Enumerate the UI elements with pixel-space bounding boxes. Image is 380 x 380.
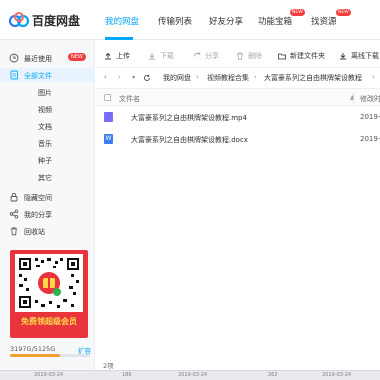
sidebar-item-label: 最近使用 — [24, 55, 52, 63]
trash-icon — [237, 52, 243, 60]
sidebar-item-other[interactable]: 其它 — [0, 170, 95, 184]
sidebar-item-all-files[interactable]: 全部文件 — [0, 68, 95, 82]
strip-count: 186 — [122, 372, 132, 378]
trash-icon — [11, 227, 17, 236]
column-divider[interactable] — [353, 93, 354, 103]
breadcrumb-item-current: 大富豪系列之自由棋牌架设教程 — [264, 74, 362, 82]
file-name[interactable]: 大富豪系列之自由棋牌架设教程.mp4 — [131, 113, 247, 123]
sidebar-item-label: 隐藏空间 — [24, 194, 52, 202]
upload-label: 上传 — [116, 52, 130, 60]
strip-count: 262 — [268, 372, 278, 378]
download-label: 下载 — [160, 52, 174, 60]
find-resources-new-badge: NEW — [336, 9, 351, 16]
clock-icon — [9, 53, 19, 63]
sidebar-item-videos[interactable]: 视频 — [0, 102, 95, 116]
background-window-strip: 2019-03-24 186 2019-03-24 262 2019-03-24 — [0, 370, 380, 380]
sidebar-item-torrents[interactable]: 种子 — [0, 153, 95, 167]
storage-progress-fill — [10, 354, 60, 357]
promo-banner[interactable]: 免费领超级会员 — [10, 250, 88, 338]
feature-box-new-badge: NEW — [290, 9, 305, 16]
sidebar-item-label: 全部文件 — [24, 72, 52, 80]
sidebar-item-label: 回收站 — [24, 228, 45, 236]
top-bar: 百度网盘 我的网盘 传输列表 好友分享 功能宝箱 NEW 找资源 NEW — [0, 0, 380, 40]
download-icon — [149, 53, 155, 60]
file-name[interactable]: 大富豪系列之自由棋牌架设教程.docx — [131, 135, 248, 145]
file-modified-date: 2019-0 — [360, 113, 380, 121]
offline-download-label: 离线下载 — [351, 52, 379, 60]
storage-usage-text: 3197G/5125G — [10, 345, 56, 353]
upload-icon — [105, 52, 111, 60]
breadcrumb-separator-icon: › — [254, 73, 257, 81]
table-row[interactable]: 大富豪系列之自由棋牌架设教程.mp4 2019-0 — [96, 106, 380, 128]
breadcrumb-item-folder[interactable]: 视频教程合集 — [207, 73, 249, 83]
file-icon — [10, 70, 18, 80]
nav-my-netdisk[interactable]: 我的网盘 — [105, 15, 139, 27]
baidu-netdisk-logo-icon — [8, 12, 30, 28]
delete-label: 删除 — [248, 52, 262, 60]
breadcrumb-item-root[interactable]: 我的网盘 — [163, 73, 191, 83]
table-row[interactable]: W 大富豪系列之自由棋牌架设教程.docx 2019-0 — [96, 128, 380, 150]
storage-progress-bar — [10, 354, 90, 357]
strip-date: 2019-03-24 — [178, 372, 208, 378]
download-button[interactable]: 下载 — [148, 50, 174, 62]
new-folder-label: 新建文件夹 — [290, 52, 325, 60]
breadcrumb-separator-icon: › — [372, 73, 375, 81]
sidebar-item-my-share[interactable]: 我的分享 — [0, 207, 95, 221]
video-file-icon — [104, 112, 113, 122]
file-list-header: 文件名 ▲ 修改时 — [96, 88, 380, 106]
share-icon — [9, 209, 19, 219]
nav-active-indicator — [105, 37, 133, 40]
nav-transfer-list[interactable]: 传输列表 — [158, 15, 192, 27]
recent-new-badge: NEW — [68, 53, 86, 61]
column-header-name[interactable]: 文件名 — [119, 94, 140, 104]
column-header-modified[interactable]: 修改时 — [360, 94, 380, 104]
delete-button[interactable]: 删除 — [236, 50, 262, 62]
qr-code-image — [15, 254, 83, 312]
toolbar: 上传 下载 分享 删除 新建文件夹 离线下载 — [96, 46, 380, 66]
sidebar-item-label: 视频 — [38, 106, 52, 114]
nav-feature-box[interactable]: 功能宝箱 — [258, 15, 292, 27]
breadcrumb: ‹ › ▾ 我的网盘 › 视频教程合集 › 大富豪系列之自由棋牌架设教程 › — [96, 67, 380, 87]
nav-friend-share[interactable]: 好友分享 — [209, 15, 243, 27]
forward-icon[interactable]: › — [118, 73, 121, 81]
folder-plus-icon — [278, 53, 286, 60]
sidebar-item-label: 文档 — [38, 123, 52, 131]
sidebar-item-label: 图片 — [38, 89, 52, 97]
sidebar-item-hidden-space[interactable]: 隐藏空间 — [0, 190, 95, 204]
sidebar-item-label: 种子 — [38, 157, 52, 165]
new-folder-button[interactable]: 新建文件夹 — [278, 50, 325, 62]
history-dropdown-icon[interactable]: ▾ — [132, 74, 135, 81]
lock-icon — [10, 192, 18, 202]
sidebar-item-recycle-bin[interactable]: 回收站 — [0, 224, 95, 238]
select-all-checkbox[interactable] — [104, 94, 111, 101]
sidebar-item-recent[interactable]: 最近使用 NEW — [0, 51, 95, 65]
promo-text: 免费领超级会员 — [21, 317, 77, 326]
strip-date: 2019-03-24 — [322, 372, 352, 378]
share-label: 分享 — [205, 52, 219, 60]
sidebar-item-label: 我的分享 — [24, 211, 52, 219]
refresh-icon[interactable] — [143, 74, 151, 82]
app-title: 百度网盘 — [32, 14, 81, 28]
upload-button[interactable]: 上传 — [104, 50, 130, 62]
sidebar-item-music[interactable]: 音乐 — [0, 136, 95, 150]
offline-download-icon — [340, 53, 346, 60]
file-modified-date: 2019-0 — [360, 135, 380, 143]
breadcrumb-separator-icon: › — [196, 73, 199, 81]
strip-date: 2019-03-24 — [34, 372, 64, 378]
word-file-icon: W — [104, 134, 113, 144]
sidebar-item-label: 其它 — [38, 174, 52, 182]
share-icon — [193, 52, 201, 57]
back-icon[interactable]: ‹ — [104, 73, 107, 81]
sidebar-item-images[interactable]: 图片 — [0, 85, 95, 99]
offline-download-button[interactable]: 离线下载 — [339, 50, 379, 62]
sidebar-item-label: 音乐 — [38, 140, 52, 148]
share-button[interactable]: 分享 — [193, 50, 219, 62]
sidebar-item-documents[interactable]: 文档 — [0, 119, 95, 133]
nav-find-resources[interactable]: 找资源 — [311, 15, 337, 27]
item-count: 2项 — [103, 362, 114, 370]
